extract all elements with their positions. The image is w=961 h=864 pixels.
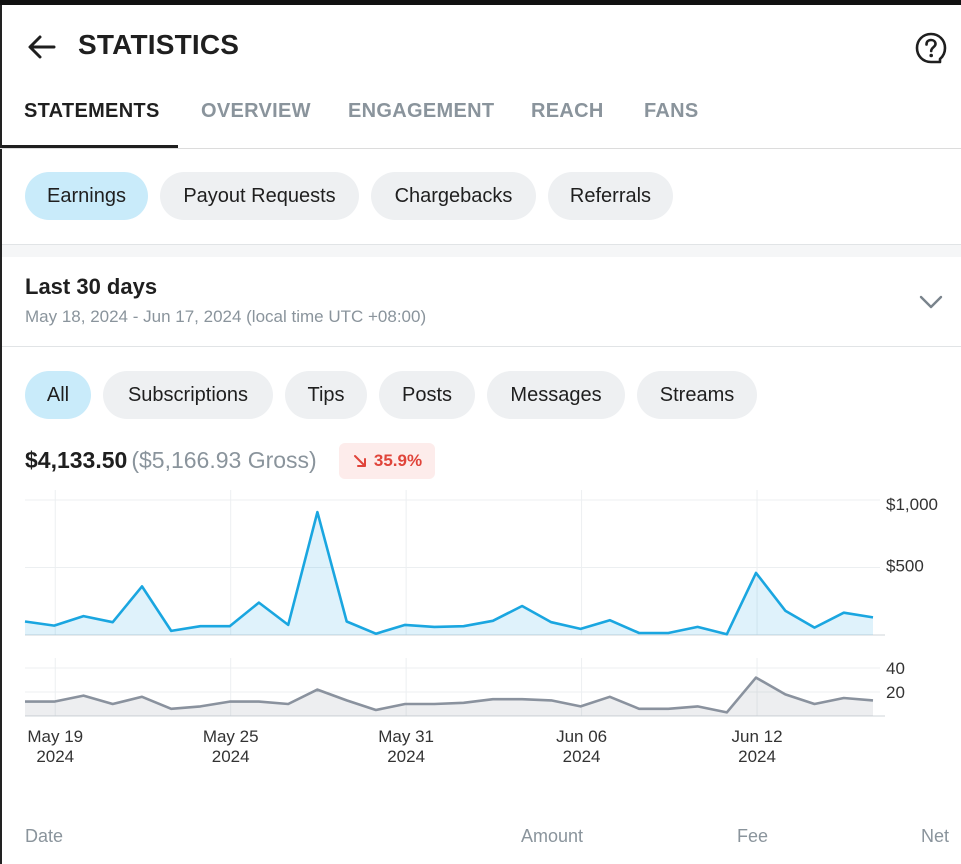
x-tick-year: 2024: [563, 747, 601, 766]
column-net[interactable]: Net: [921, 826, 949, 847]
x-tick-label: May 19: [27, 727, 83, 746]
tab-statements[interactable]: STATEMENTS: [24, 100, 160, 123]
change-badge: 35.9%: [339, 443, 435, 479]
chip-earnings[interactable]: Earnings: [25, 172, 148, 220]
tab-reach[interactable]: REACH: [531, 100, 604, 123]
column-amount[interactable]: Amount: [521, 826, 583, 847]
period-title: Last 30 days: [25, 274, 158, 299]
earnings-area: [25, 512, 873, 635]
period-range: May 18, 2024 - Jun 17, 2024 (local time …: [25, 307, 427, 326]
x-tick-year: 2024: [36, 747, 74, 766]
y-tick-label: 20: [886, 683, 905, 702]
earnings-summary: $4,133.50 ($5,166.93 Gross): [25, 447, 317, 474]
y-tick-label: 40: [886, 659, 905, 678]
chip-tips[interactable]: Tips: [285, 371, 367, 419]
x-tick-label: May 25: [203, 727, 259, 746]
chevron-down-icon[interactable]: [916, 290, 946, 314]
chip-posts[interactable]: Posts: [379, 371, 475, 419]
page-title: STATISTICS: [78, 29, 240, 60]
trend-down-icon: [353, 455, 366, 467]
y-tick-label: $1,000: [886, 495, 938, 514]
x-tick-year: 2024: [387, 747, 425, 766]
help-icon[interactable]: [914, 31, 948, 65]
app-header: STATISTICS: [0, 5, 961, 85]
period-divider: [2, 346, 961, 347]
column-fee[interactable]: Fee: [737, 826, 768, 847]
back-arrow-icon[interactable]: [24, 31, 58, 63]
x-tick-year: 2024: [212, 747, 250, 766]
chip-payout-requests[interactable]: Payout Requests: [160, 172, 359, 220]
chip-all[interactable]: All: [25, 371, 91, 419]
chip-streams[interactable]: Streams: [637, 371, 757, 419]
x-tick-label: May 31: [378, 727, 434, 746]
change-percent: 35.9%: [373, 451, 423, 470]
x-tick-label: Jun 06: [556, 727, 607, 746]
active-tab-indicator: [2, 145, 178, 148]
chip-subscriptions[interactable]: Subscriptions: [103, 371, 273, 419]
earnings-chart: $1,000$5004020May 192024May 252024May 31…: [24, 490, 938, 766]
y-tick-label: $500: [886, 557, 924, 576]
chip-chargebacks[interactable]: Chargebacks: [371, 172, 536, 220]
gross-total: ($5,166.93 Gross): [131, 447, 317, 473]
column-date[interactable]: Date: [25, 826, 63, 847]
statistics-tabs: STATEMENTS OVERVIEW ENGAGEMENT REACH FAN…: [0, 82, 961, 149]
net-total: $4,133.50: [25, 447, 128, 473]
section-divider: [2, 244, 961, 257]
tab-engagement[interactable]: ENGAGEMENT: [348, 100, 494, 123]
count-area: [25, 677, 873, 716]
tab-fans[interactable]: FANS: [644, 100, 699, 123]
x-tick-label: Jun 12: [732, 727, 783, 746]
x-tick-year: 2024: [738, 747, 776, 766]
tab-overview[interactable]: OVERVIEW: [201, 100, 311, 123]
chip-messages[interactable]: Messages: [487, 371, 625, 419]
chip-referrals[interactable]: Referrals: [548, 172, 673, 220]
